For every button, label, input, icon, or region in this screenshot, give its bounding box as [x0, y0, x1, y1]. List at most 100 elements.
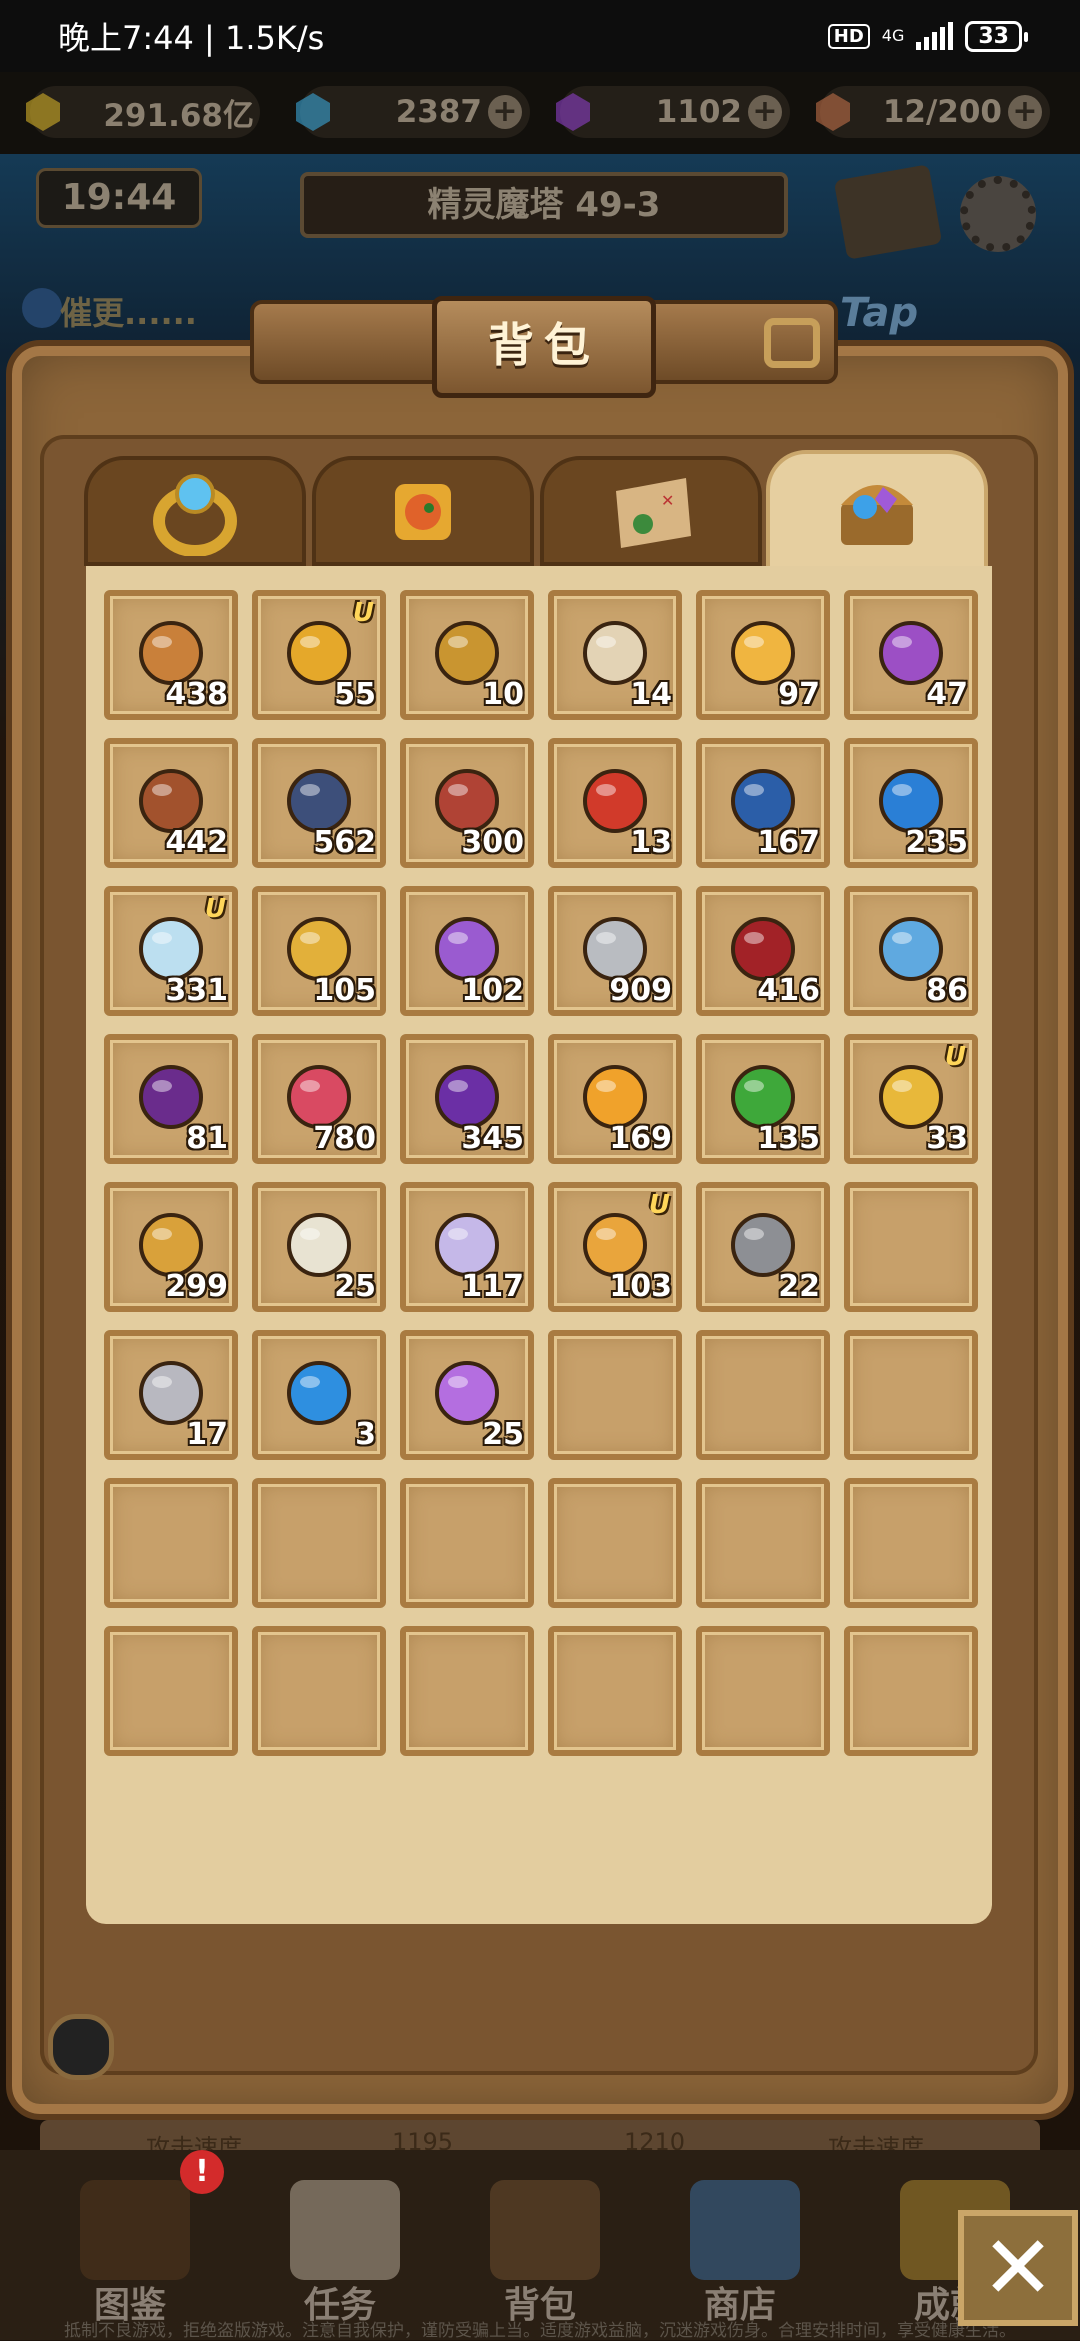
close-button[interactable]: ✕	[958, 2210, 1078, 2326]
inventory-slot-empty[interactable]	[252, 1626, 386, 1756]
inventory-slot[interactable]: 300	[400, 738, 534, 868]
inventory-slot[interactable]: 86	[844, 886, 978, 1016]
blue-diamond-icon	[292, 91, 334, 133]
inventory-slot-empty[interactable]	[400, 1478, 534, 1608]
inventory-slot[interactable]: 10	[400, 590, 534, 720]
inventory-slot[interactable]: 33 U	[844, 1034, 978, 1164]
inventory-slot[interactable]: 47	[844, 590, 978, 720]
inventory-slot-empty[interactable]	[104, 1626, 238, 1756]
u-badge-icon: U	[204, 894, 226, 924]
inventory-slot-empty[interactable]	[252, 1478, 386, 1608]
item-count: 167	[757, 825, 820, 860]
inventory-slot-empty[interactable]	[844, 1478, 978, 1608]
inventory-slot[interactable]: 331 U	[104, 886, 238, 1016]
quest-scroll-icon	[290, 2180, 400, 2280]
tab-ring[interactable]	[84, 456, 306, 566]
inventory-slot[interactable]: 117	[400, 1182, 534, 1312]
inventory-slot[interactable]: 17	[104, 1330, 238, 1460]
shop-chest-icon	[690, 2180, 800, 2280]
status-icons: HD 4G 33	[827, 20, 1028, 52]
inventory-slot[interactable]: 25	[400, 1330, 534, 1460]
nav-quest-scroll[interactable]: 任务	[250, 2180, 430, 2330]
currency-value: 2387	[395, 94, 482, 130]
inventory-slot-empty[interactable]	[548, 1330, 682, 1460]
plus-icon[interactable]: +	[1008, 95, 1042, 129]
plus-icon[interactable]: +	[488, 95, 522, 129]
meat-stamina-icon	[812, 91, 854, 133]
item-count: 909	[609, 973, 672, 1008]
inventory-slot[interactable]: 25	[252, 1182, 386, 1312]
u-badge-icon: U	[648, 1190, 670, 1220]
inventory-slot[interactable]: 345	[400, 1034, 534, 1164]
inventory-slot[interactable]: 909	[548, 886, 682, 1016]
nav-shop-chest[interactable]: 商店	[650, 2180, 830, 2330]
plus-icon[interactable]: +	[748, 95, 782, 129]
footer-notice: 抵制不良游戏，拒绝盗版游戏。注意自我保护，谨防受骗上当。适度游戏益脑，沉迷游戏伤…	[64, 2321, 1016, 2341]
battery-icon: 33	[965, 20, 1028, 52]
inventory-slot[interactable]: 780	[252, 1034, 386, 1164]
item-count: 442	[165, 825, 228, 860]
inventory-slot-empty[interactable]	[844, 1626, 978, 1756]
backpack-icon	[490, 2180, 600, 2280]
inventory-slot-empty[interactable]	[844, 1182, 978, 1312]
inventory-slot[interactable]: 97	[696, 590, 830, 720]
round-button[interactable]	[48, 2014, 114, 2080]
inventory-slot[interactable]: 135	[696, 1034, 830, 1164]
codex-book-icon	[80, 2180, 190, 2280]
inventory-slot[interactable]: 14	[548, 590, 682, 720]
item-count: 25	[482, 1417, 524, 1452]
inventory-slot[interactable]: 416	[696, 886, 830, 1016]
nav-codex-book[interactable]: 图鉴	[40, 2180, 220, 2330]
nav-backpack[interactable]: 背包	[450, 2180, 630, 2330]
item-count: 25	[334, 1269, 376, 1304]
panel-title: 背包	[432, 296, 656, 398]
item-count: 33	[926, 1121, 968, 1156]
inventory-slot-empty[interactable]	[548, 1478, 682, 1608]
inventory-slot[interactable]: 235	[844, 738, 978, 868]
mail-icon[interactable]	[833, 164, 943, 260]
inventory-slot-empty[interactable]	[696, 1626, 830, 1756]
ring-icon	[145, 466, 245, 557]
currency-value: 12/200	[882, 94, 1002, 130]
inventory-slot-empty[interactable]	[548, 1626, 682, 1756]
inventory-slot[interactable]: 299	[104, 1182, 238, 1312]
inventory-slot[interactable]: 562	[252, 738, 386, 868]
currency-2: 1102 +	[556, 86, 790, 138]
hint-text: 催更......	[60, 294, 197, 332]
tab-puzzle-pet[interactable]	[312, 456, 534, 566]
item-count: 438	[165, 677, 228, 712]
inventory-slot-empty[interactable]	[400, 1626, 534, 1756]
inventory-slot[interactable]: 169	[548, 1034, 682, 1164]
u-badge-icon: U	[352, 598, 374, 628]
treasure-map-icon: ✕	[601, 466, 701, 556]
inventory-slot-empty[interactable]	[104, 1478, 238, 1608]
inventory-slot[interactable]: 167	[696, 738, 830, 868]
item-count: 55	[334, 677, 376, 712]
status-bar: 晚上7:44 | 1.5K/s HD 4G 33	[0, 0, 1080, 72]
tab-treasure-chest[interactable]	[766, 450, 988, 570]
inventory-slot[interactable]: 102	[400, 886, 534, 1016]
inventory-slot[interactable]: 55 U	[252, 590, 386, 720]
inventory-slot[interactable]: 3	[252, 1330, 386, 1460]
item-count: 780	[313, 1121, 376, 1156]
inventory-slot[interactable]: 81	[104, 1034, 238, 1164]
inventory-slot-empty[interactable]	[696, 1478, 830, 1608]
inventory-slot[interactable]: 442	[104, 738, 238, 868]
inventory-slot[interactable]: 105	[252, 886, 386, 1016]
currency-value: 1102	[655, 94, 742, 130]
item-count: 22	[778, 1269, 820, 1304]
item-count: 47	[926, 677, 968, 712]
gear-icon[interactable]	[960, 176, 1036, 252]
u-badge-icon: U	[944, 1042, 966, 1072]
inventory-slot-empty[interactable]	[844, 1330, 978, 1460]
inventory-slot[interactable]: 22	[696, 1182, 830, 1312]
tab-treasure-map[interactable]: ✕	[540, 456, 762, 566]
inventory-slot-empty[interactable]	[696, 1330, 830, 1460]
svg-text:✕: ✕	[661, 491, 674, 510]
inventory-slot[interactable]: 103 U	[548, 1182, 682, 1312]
inventory-slot[interactable]: 13	[548, 738, 682, 868]
item-count: 416	[757, 973, 820, 1008]
item-count: 300	[461, 825, 524, 860]
item-count: 345	[461, 1121, 524, 1156]
inventory-slot[interactable]: 438	[104, 590, 238, 720]
